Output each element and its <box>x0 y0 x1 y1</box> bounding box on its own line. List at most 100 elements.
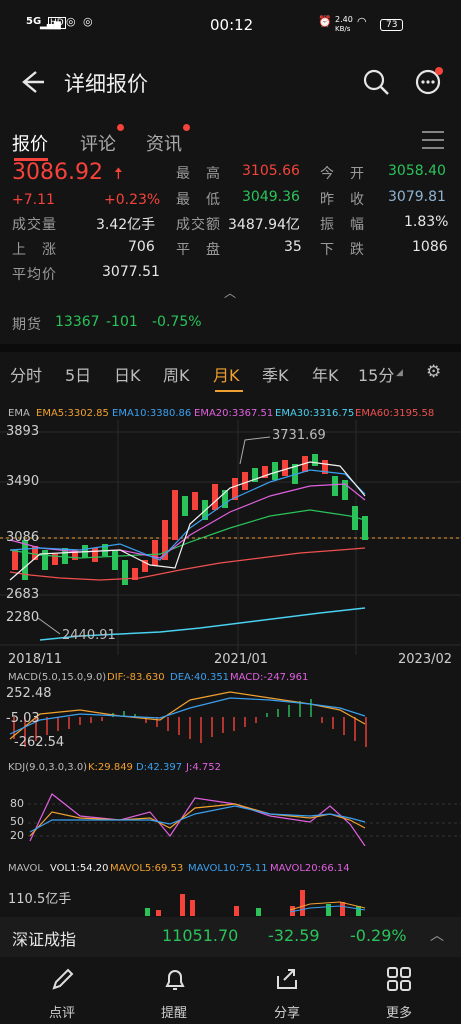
x-axis-end: 2023/02 <box>398 652 453 667</box>
pen-icon[interactable] <box>50 966 76 992</box>
status-bar: 5G ▂▄▆ HD ◎ ◎ 00:12 ⏰ 2.40 KB/s ◠ 73 <box>0 0 461 52</box>
low-label: 最 低 <box>176 192 221 208</box>
index-pct: -0.29% <box>350 926 407 945</box>
down-count-label: 下 跌 <box>320 242 365 258</box>
change-pct: +0.23% <box>104 192 161 208</box>
tab-15min[interactable]: 15分 <box>358 362 394 386</box>
down-count-value: 1086 <box>412 239 448 255</box>
tab-daily-k[interactable]: 日K <box>114 362 141 386</box>
quote-tabs: 报价 评论 资讯 <box>0 118 461 162</box>
high-label: 最 高 <box>176 166 221 182</box>
ema30-label: EMA30:3316.75 <box>275 408 355 419</box>
wechat-icon: ◎ <box>66 15 76 28</box>
bottom-toolbar: 点评 提醒 分享 更多 <box>0 960 461 1024</box>
y-axis-mid1: 3490 <box>6 474 40 489</box>
kdj-d: D:42.397 <box>136 762 183 773</box>
x-axis-start: 2018/11 <box>8 652 63 667</box>
menu-icon[interactable] <box>422 130 444 150</box>
tab-comment-dot <box>117 124 124 131</box>
macd-y-bottom: -262.54 <box>14 735 65 750</box>
last-price: 3086.92 <box>12 160 103 185</box>
up-arrow-icon: 🠅 <box>114 164 123 183</box>
network-indicator: 5G <box>26 16 42 27</box>
search-icon[interactable] <box>362 68 390 96</box>
chevron-up-icon[interactable]: ︿ <box>224 284 236 301</box>
y-axis-bottom: 2280 <box>6 610 40 625</box>
flat-count-label: 平 盘 <box>176 242 221 258</box>
prev-close-label: 昨 收 <box>320 192 365 208</box>
tab-comment[interactable]: 评论 <box>80 130 116 156</box>
y-axis-mid2: 2683 <box>6 587 40 602</box>
chevron-up-icon[interactable]: ︿ <box>430 925 444 945</box>
candle <box>182 496 188 516</box>
open-value: 3058.40 <box>388 163 446 179</box>
macd-dea: DEA:40.351 <box>170 672 230 683</box>
divider <box>0 344 461 352</box>
index-change: -32.59 <box>268 926 320 945</box>
tab-yearly-k[interactable]: 年K <box>312 362 339 386</box>
prev-close-value: 3079.81 <box>388 189 446 205</box>
mavol-ma5: MAVOL5:69.53 <box>110 863 184 874</box>
volume-value: 3.42亿手 <box>96 217 156 233</box>
grid-icon[interactable] <box>386 966 412 992</box>
candle <box>92 548 98 562</box>
candle <box>12 550 18 570</box>
amplitude-value: 1.83% <box>404 214 449 230</box>
ema60-label: EMA60:3195.58 <box>355 408 435 419</box>
y-axis-top: 3893 <box>6 424 40 439</box>
futures-label: 期货 <box>12 317 42 333</box>
back-arrow-icon[interactable] <box>18 68 46 96</box>
index-ticker[interactable]: 深证成指 11051.70 -32.59 -0.29% ︿ <box>0 917 461 957</box>
share-button[interactable]: 分享 <box>252 1002 322 1021</box>
comment-button[interactable]: 点评 <box>27 1002 97 1021</box>
more-button[interactable]: 更多 <box>364 1002 434 1021</box>
ema20-label: EMA20:3367.51 <box>194 408 274 419</box>
tab-quote[interactable]: 报价 <box>12 130 48 156</box>
futures-change: -101 <box>106 314 138 330</box>
min-price-note: 2440.91 <box>62 628 116 643</box>
avg-price-value: 3077.51 <box>102 264 160 280</box>
kdj-chart <box>28 793 461 846</box>
y-axis-current: 3086 <box>6 530 40 545</box>
tab-intraday[interactable]: 分时 <box>10 362 42 386</box>
avg-price-label: 平均价 <box>12 267 57 283</box>
kdj-k: K:29.849 <box>88 762 133 773</box>
page-title: 详细报价 <box>64 72 148 96</box>
mavol-chart <box>145 890 366 916</box>
net-speed-unit: KB/s <box>335 25 351 33</box>
ema10-label: EMA10:3380.86 <box>112 408 192 419</box>
tab-quarterly-k[interactable]: 季K <box>262 362 289 386</box>
candle <box>272 462 278 480</box>
macd-chart <box>9 691 367 747</box>
clock: 00:12 <box>210 16 254 34</box>
candle <box>192 492 198 510</box>
tab-weekly-k[interactable]: 周K <box>163 362 190 386</box>
index-value: 11051.70 <box>162 926 239 945</box>
futures-value: 13367 <box>55 314 100 330</box>
amount-value: 3487.94亿 <box>228 217 300 233</box>
flat-count-value: 35 <box>284 239 302 255</box>
chevron-down-icon[interactable]: ◢ <box>396 368 403 378</box>
share-icon[interactable] <box>274 966 300 992</box>
mavol-ma20: MAVOL20:66.14 <box>270 863 350 874</box>
up-count-value: 706 <box>128 239 155 255</box>
mavol-vol1: VOL1:54.20 <box>50 863 109 874</box>
message-icon[interactable] <box>414 66 444 96</box>
mavol-ma10: MAVOL10:75.11 <box>188 863 268 874</box>
tab-news[interactable]: 资讯 <box>146 130 182 156</box>
macd-y-top: 252.48 <box>6 686 52 701</box>
macd-y-mid: -5.03 <box>6 711 40 726</box>
tab-5day[interactable]: 5日 <box>65 362 91 386</box>
monthly-tab-underline <box>215 390 243 392</box>
kdj-y-20: 20 <box>10 829 24 842</box>
tab-news-dot <box>183 124 190 131</box>
wifi-icon: ◠ <box>357 15 367 28</box>
futures-pct: -0.75% <box>152 314 202 330</box>
alert-button[interactable]: 提醒 <box>139 1002 209 1021</box>
mavol-label: MAVOL <box>8 863 43 874</box>
bell-icon[interactable] <box>162 966 188 992</box>
macd-dif: DIF:-83.630 <box>107 672 165 683</box>
up-count-label: 上 涨 <box>12 242 57 258</box>
settings-icon[interactable]: ⚙ <box>426 362 441 382</box>
tab-monthly-k[interactable]: 月K <box>213 362 240 386</box>
